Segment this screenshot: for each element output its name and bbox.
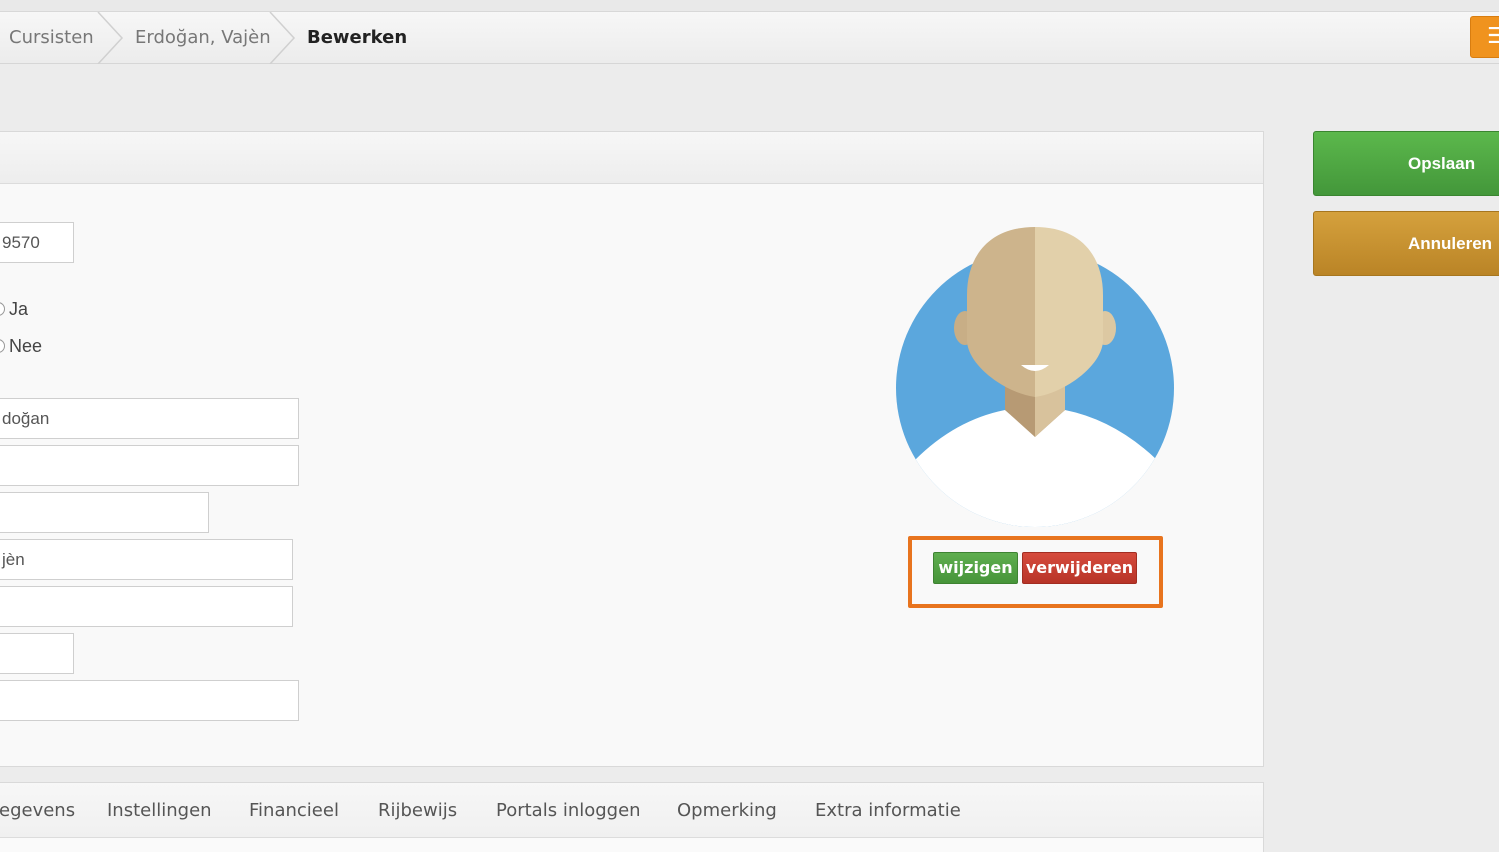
change-photo-button[interactable]: wijzigen [933,552,1018,584]
field-2[interactable] [0,445,299,486]
top-strip [0,0,1499,12]
tab-extra-informatie[interactable]: Extra informatie [815,783,961,839]
cancel-button[interactable]: Annuleren [1313,211,1499,276]
radio-yes-label: Ja [9,299,29,319]
breadcrumb-item-cursisten[interactable]: Cursisten [9,12,94,64]
photo-actions-highlight: wijzigen verwijderen [908,536,1163,608]
firstname-field[interactable]: jèn [0,539,293,580]
panel-header [0,132,1263,184]
breadcrumb: Cursisten Erdoğan, Vajèn Bewerken ☰ [0,12,1499,64]
tab-opmerking[interactable]: Opmerking [677,783,777,839]
tab-bar: egevens Instellingen Financieel Rijbewij… [0,782,1264,852]
number-field[interactable]: 9570 [0,222,74,263]
radio-no-label: Nee [9,336,43,356]
save-button[interactable]: Opslaan [1313,131,1499,196]
tab-content-area [0,837,1263,852]
radio-no-button[interactable] [0,339,5,353]
tab-financieel[interactable]: Financieel [249,783,339,839]
field-7[interactable] [0,680,299,721]
lastname-field[interactable]: doğan [0,398,299,439]
tab-portals-inloggen[interactable]: Portals inloggen [496,783,641,839]
field-3[interactable] [0,492,209,533]
breadcrumb-item-current: Bewerken [307,27,408,48]
avatar [896,227,1174,527]
field-5[interactable] [0,586,293,627]
tab-instellingen[interactable]: Instellingen [107,783,212,839]
breadcrumb-separator-icon [97,12,124,64]
delete-photo-button[interactable]: verwijderen [1022,552,1137,584]
tab-rijbewijs[interactable]: Rijbewijs [378,783,457,839]
field-6[interactable] [0,633,74,674]
menu-toggle-button[interactable]: ☰ [1470,16,1499,58]
breadcrumb-separator-icon [269,12,296,64]
radio-yes-button[interactable] [0,302,5,316]
breadcrumb-item-student[interactable]: Erdoğan, Vajèn [135,12,271,64]
menu-icon: ☰ [1487,24,1499,49]
tab-gegevens[interactable]: egevens [0,783,75,839]
